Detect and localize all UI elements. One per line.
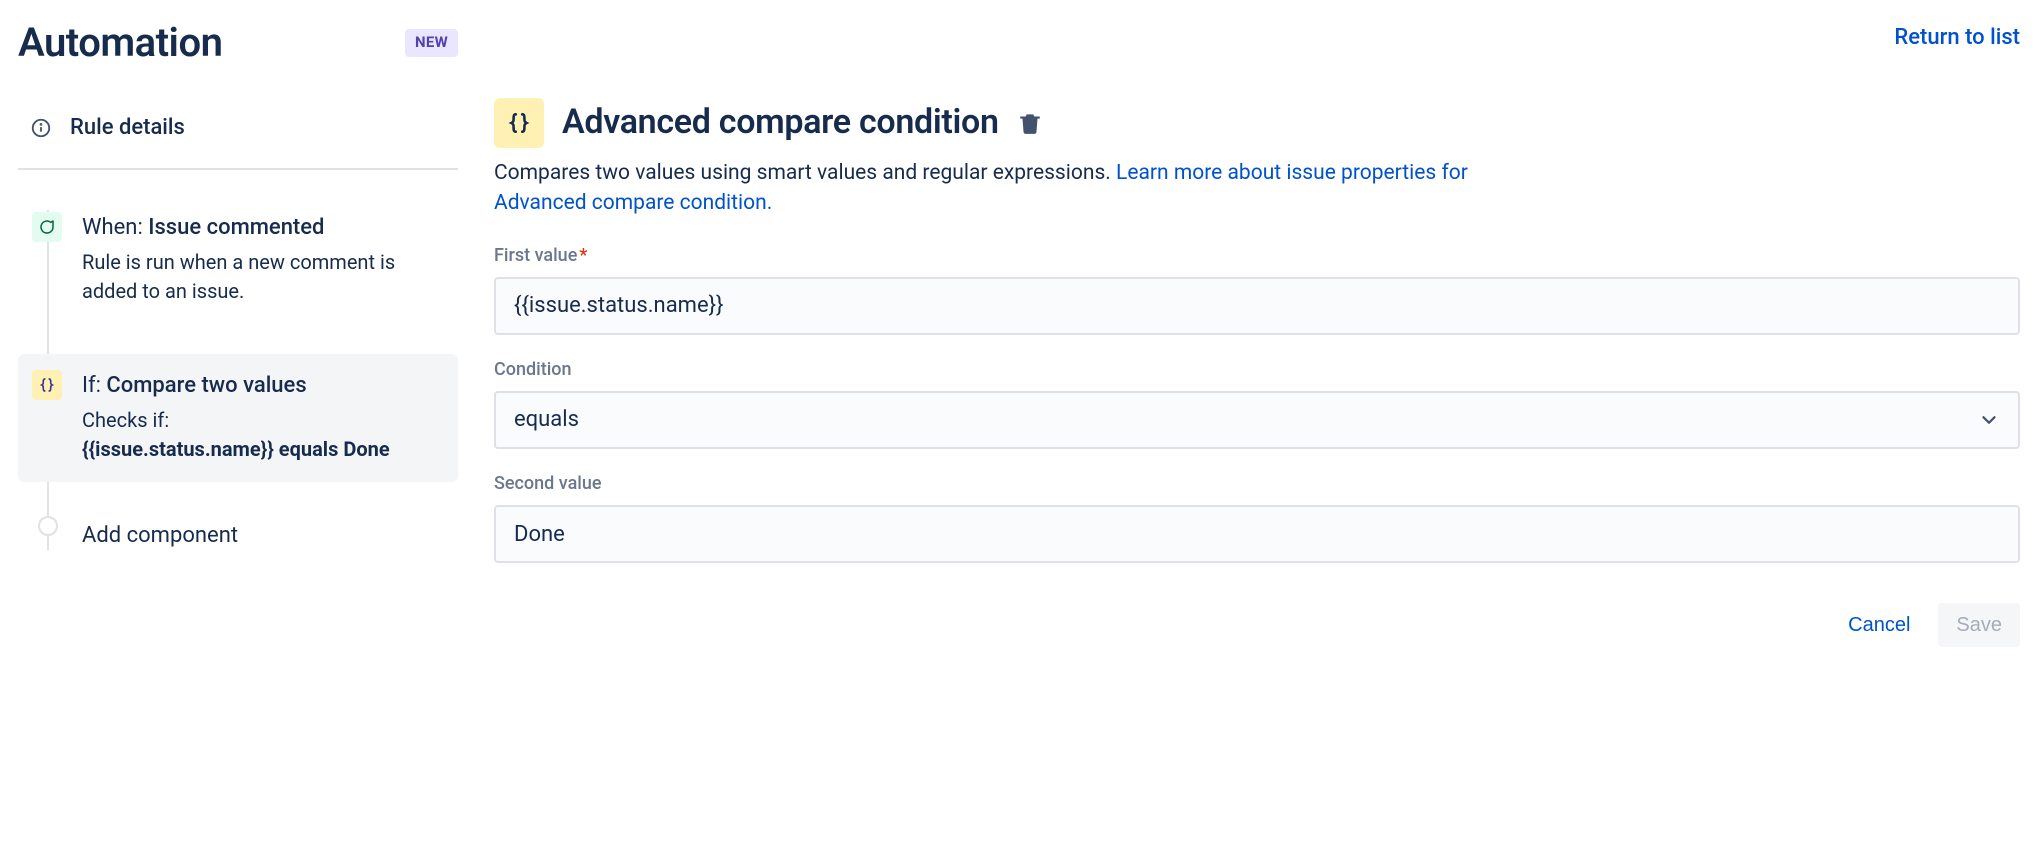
step-prefix: When: xyxy=(82,215,148,240)
editor-description-text: Compares two values using smart values a… xyxy=(494,161,1116,185)
return-to-list-link[interactable]: Return to list xyxy=(1894,22,2020,54)
comment-icon xyxy=(32,212,62,242)
add-component-label[interactable]: Add component xyxy=(82,520,238,552)
info-icon xyxy=(30,117,52,139)
rule-step-condition[interactable]: If: Compare two values Checks if: {{issu… xyxy=(18,354,458,482)
page-title: Automation xyxy=(18,14,222,72)
condition-select[interactable]: equals xyxy=(494,391,2020,449)
editor-description: Compares two values using smart values a… xyxy=(494,158,1554,219)
condition-selected-value: equals xyxy=(514,404,579,436)
braces-icon xyxy=(32,370,62,400)
rule-step-trigger[interactable]: When: Issue commented Rule is run when a… xyxy=(18,196,458,324)
empty-node-icon xyxy=(38,516,58,536)
step-prefix: If: xyxy=(82,373,106,398)
add-component-button[interactable]: Add component xyxy=(18,512,458,560)
step-check-prefix: Checks if: xyxy=(82,408,169,432)
step-title-text: Compare two values xyxy=(106,373,306,398)
step-check-expression: {{issue.status.name}} equals Done xyxy=(82,437,390,461)
save-button[interactable]: Save xyxy=(1938,603,2020,647)
component-editor: Advanced compare condition Compares two … xyxy=(494,98,2020,647)
first-value-input[interactable] xyxy=(494,277,2020,335)
second-value-input[interactable] xyxy=(494,505,2020,563)
step-title-text: Issue commented xyxy=(148,215,324,240)
condition-label: Condition xyxy=(494,357,2020,383)
new-badge: NEW xyxy=(405,29,458,57)
step-description: Rule is run when a new comment is added … xyxy=(82,248,440,306)
delete-icon[interactable] xyxy=(1017,110,1043,136)
second-value-label: Second value xyxy=(494,471,2020,497)
rule-details-button[interactable]: Rule details xyxy=(18,98,458,170)
editor-heading: Advanced compare condition xyxy=(562,98,999,147)
braces-icon xyxy=(494,98,544,148)
rule-sidebar: Rule details When: Issue commented Rule … xyxy=(18,98,458,560)
chevron-down-icon xyxy=(1978,409,2000,431)
rule-details-label: Rule details xyxy=(70,112,185,144)
cancel-button[interactable]: Cancel xyxy=(1830,603,1928,647)
first-value-label: First value* xyxy=(494,243,2020,269)
